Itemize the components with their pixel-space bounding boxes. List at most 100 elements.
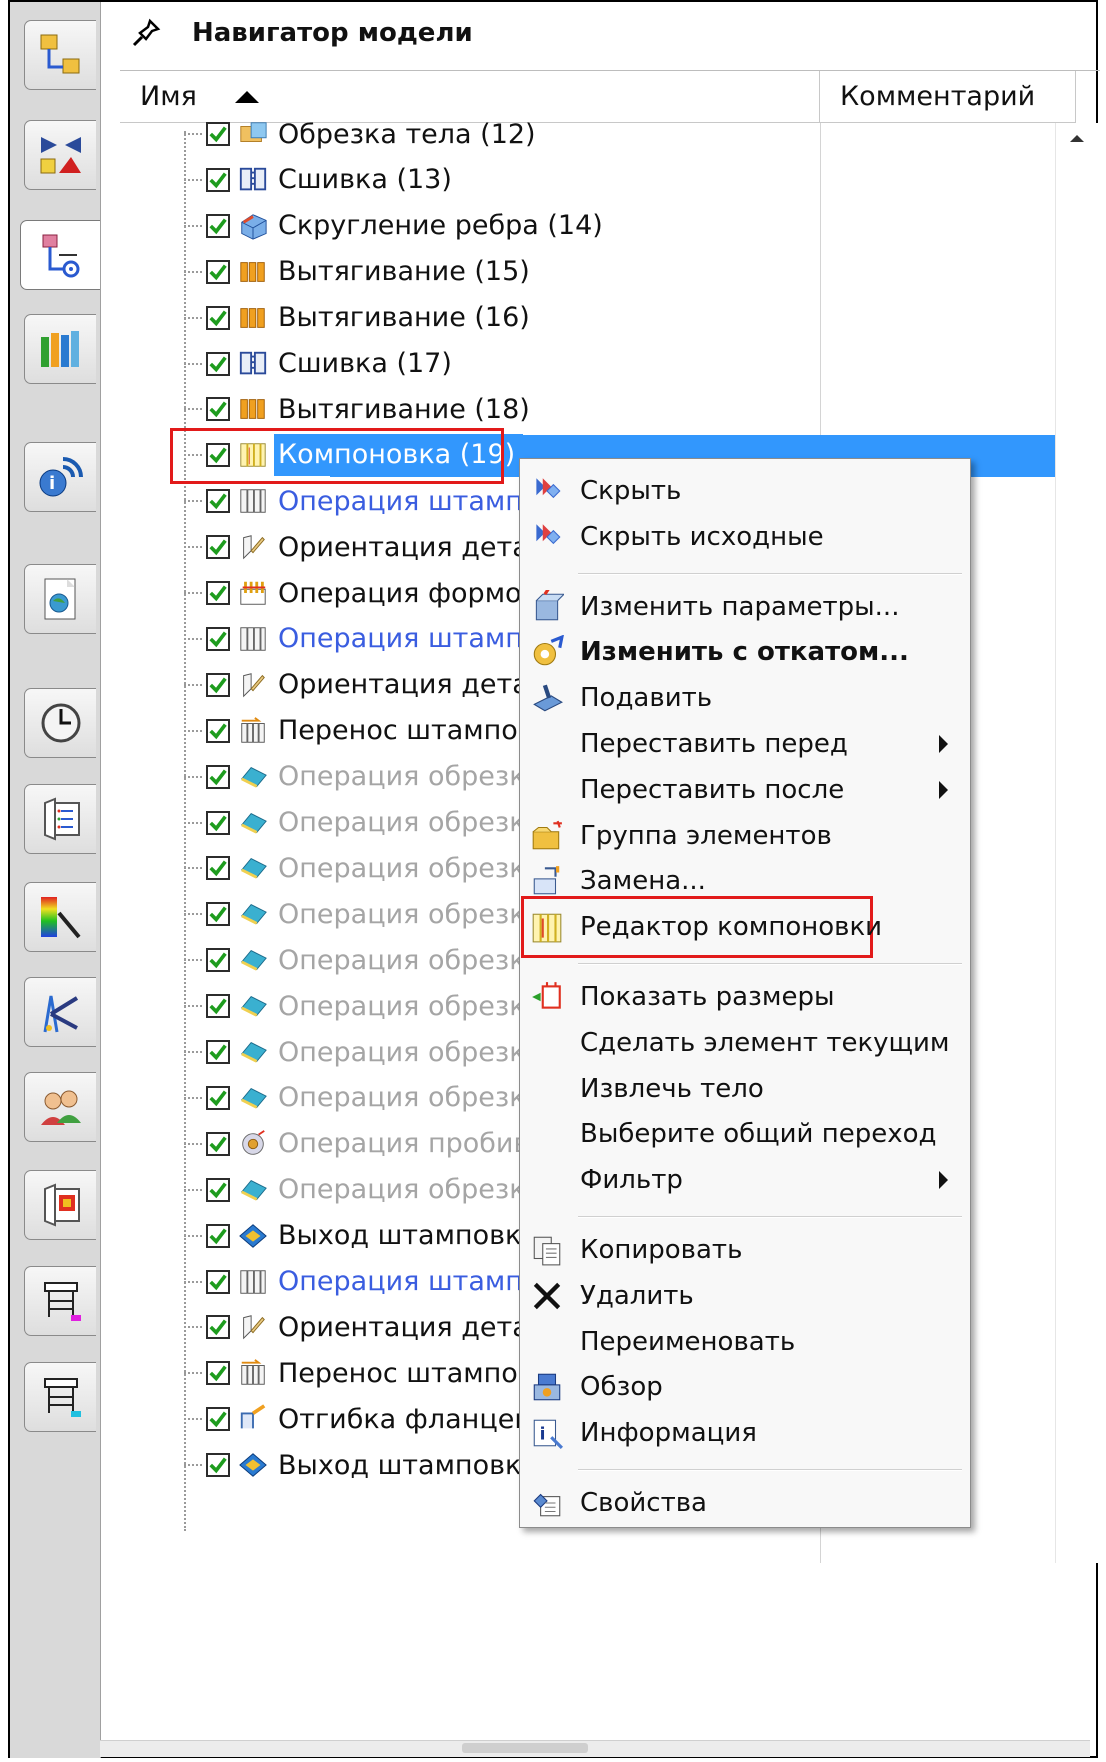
resource-tab-fixture-2[interactable] <box>24 1362 96 1432</box>
horizontal-scrollbar[interactable] <box>100 1740 1090 1757</box>
menu-item-layout-editor[interactable]: Редактор компоновки <box>522 905 968 949</box>
checkmark-icon <box>209 126 227 143</box>
stamping-transfer-icon <box>241 716 265 743</box>
visibility-checkbox[interactable] <box>206 902 230 927</box>
menu-item-item-15[interactable]: Выберите общий переход <box>522 1112 968 1156</box>
visibility-checkbox[interactable] <box>206 122 230 146</box>
menu-item-feature-group[interactable]: Группа элементов <box>522 814 968 858</box>
horizontal-scroll-thumb[interactable] <box>462 1743 588 1753</box>
visibility-checkbox[interactable] <box>206 1269 230 1294</box>
tree-connector <box>184 316 202 319</box>
visibility-checkbox[interactable] <box>206 1085 230 1110</box>
column-header-comment[interactable]: Комментарий <box>820 71 1076 123</box>
visibility-checkbox[interactable] <box>206 994 230 1019</box>
resource-tab-web-browser[interactable]: i <box>24 442 96 512</box>
navigator-title: Навигатор модели <box>192 18 473 48</box>
visibility-checkbox[interactable] <box>206 1453 230 1478</box>
resource-tab-history[interactable] <box>24 688 96 758</box>
resource-tab-system-scenes[interactable] <box>24 1170 96 1240</box>
visibility-checkbox[interactable] <box>206 167 230 192</box>
resource-tab-web-page[interactable] <box>24 564 96 634</box>
menu-item-copy[interactable]: Копировать <box>522 1228 968 1272</box>
menu-item-item-6[interactable]: Переставить перед <box>522 722 968 766</box>
menu-item-item-16[interactable]: Фильтр <box>522 1158 968 1202</box>
pin-icon[interactable] <box>130 17 162 49</box>
menu-item-edit-parameters[interactable]: Изменить параметры... <box>522 585 968 629</box>
blank-icon <box>530 1163 564 1197</box>
visibility-checkbox[interactable] <box>206 535 230 560</box>
hide-parents-icon <box>536 524 561 544</box>
tree-row[interactable]: Вытягивание (16) <box>120 295 820 341</box>
web-page-icon <box>44 578 75 620</box>
resource-tab-visualization[interactable] <box>24 882 96 952</box>
visibility-checkbox[interactable] <box>206 718 230 743</box>
visibility-checkbox[interactable] <box>206 259 230 284</box>
menu-item-hide[interactable]: Скрыть <box>522 469 968 513</box>
tree-connector <box>184 1280 202 1283</box>
checkmark-icon <box>209 815 227 831</box>
menu-item-replace[interactable]: Замена... <box>522 859 968 903</box>
visibility-checkbox[interactable] <box>206 397 230 422</box>
visibility-checkbox[interactable] <box>206 1040 230 1064</box>
tree-row[interactable]: Обрезка тела (12) <box>120 111 820 157</box>
visibility-checkbox[interactable] <box>206 1315 230 1340</box>
tree-connector <box>184 1234 202 1237</box>
visibility-checkbox[interactable] <box>206 948 230 973</box>
menu-item-item-7[interactable]: Переставить после <box>522 768 968 812</box>
visibility-checkbox[interactable] <box>206 581 230 605</box>
stamping-output-icon <box>239 1453 267 1477</box>
resource-tab-fixture[interactable] <box>24 1266 96 1336</box>
visibility-checkbox[interactable] <box>206 351 230 376</box>
part-orientation-icon <box>243 535 265 560</box>
menu-item-hide-parents[interactable]: Скрыть исходные <box>522 515 968 559</box>
menu-item-label: Обзор <box>580 1372 663 1403</box>
menu-item-show-dimensions[interactable]: Показать размеры <box>522 975 968 1019</box>
menu-item-properties[interactable]: Свойства <box>522 1481 968 1525</box>
visibility-checkbox[interactable] <box>206 1131 230 1156</box>
menu-item-label: Замена... <box>580 866 706 897</box>
visibility-checkbox[interactable] <box>206 672 230 697</box>
visibility-checkbox[interactable] <box>206 626 230 651</box>
tree-row[interactable]: Скругление ребра (14) <box>120 203 820 249</box>
edit-with-rollback-icon <box>533 635 564 666</box>
visibility-checkbox[interactable] <box>206 1407 230 1432</box>
visibility-checkbox[interactable] <box>206 1223 230 1248</box>
menu-item-delete[interactable]: Удалить <box>522 1274 968 1318</box>
menu-item-edit-with-rollback[interactable]: Изменить с откатом... <box>522 630 968 674</box>
menu-item-item-20[interactable]: Переименовать <box>522 1320 968 1364</box>
tree-row-label: Операция штампо <box>278 1266 540 1297</box>
tree-connector <box>184 959 202 962</box>
visualization-icon <box>40 897 81 939</box>
visibility-checkbox[interactable] <box>206 764 230 789</box>
menu-item-item-13[interactable]: Сделать элемент текущим <box>522 1021 968 1065</box>
visibility-checkbox[interactable] <box>206 856 230 881</box>
menu-item-info[interactable]: i Информация <box>522 1411 968 1455</box>
svg-text:i: i <box>540 1425 546 1445</box>
tree-connector <box>184 1005 202 1008</box>
resource-tab-process-studio[interactable] <box>24 977 96 1047</box>
menu-item-item-14[interactable]: Извлечь тело <box>522 1067 968 1111</box>
scroll-up-arrow-icon[interactable] <box>1070 135 1084 142</box>
tree-connector <box>184 913 202 916</box>
resource-tab-constraint-navigator[interactable] <box>24 120 96 190</box>
visibility-checkbox[interactable] <box>206 489 230 514</box>
resource-tab-system-materials[interactable] <box>24 784 96 854</box>
visibility-checkbox[interactable] <box>206 305 230 330</box>
resource-tab-reuse-library[interactable] <box>24 314 96 384</box>
visibility-checkbox[interactable] <box>206 1361 230 1386</box>
visibility-checkbox[interactable] <box>206 1177 230 1202</box>
resource-tab-part-navigator[interactable] <box>20 220 100 290</box>
edit-parameters-icon <box>535 589 564 620</box>
menu-item-label: Переименовать <box>580 1326 796 1357</box>
menu-item-browse[interactable]: Обзор <box>522 1365 968 1409</box>
tree-row[interactable]: Сшивка (13) <box>120 157 820 203</box>
tree-row[interactable]: Сшивка (17) <box>120 341 820 387</box>
tree-row[interactable]: Вытягивание (15) <box>120 249 820 295</box>
resource-tab-assembly-navigator[interactable] <box>24 20 96 90</box>
menu-item-suppress[interactable]: Подавить <box>522 676 968 720</box>
visibility-checkbox[interactable] <box>206 213 230 238</box>
visibility-checkbox[interactable] <box>206 810 230 835</box>
tree-row[interactable]: Вытягивание (18) <box>120 386 820 432</box>
resource-tab-roles[interactable] <box>24 1072 96 1142</box>
vertical-scrollbar[interactable] <box>1055 123 1100 1563</box>
